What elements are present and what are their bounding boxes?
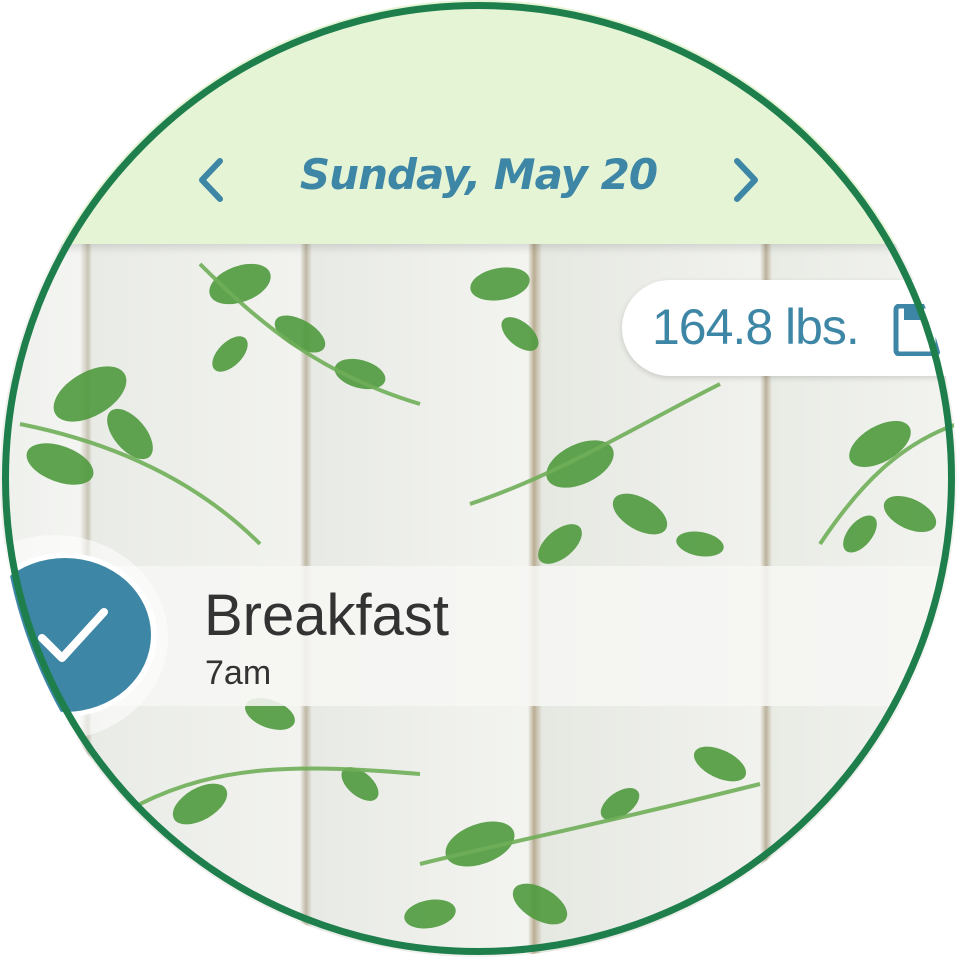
chevron-right-icon[interactable] (725, 155, 765, 205)
date-header: Sunday, May 20 (0, 0, 957, 244)
weight-entry[interactable]: 164.8 lbs. (622, 280, 957, 376)
check-icon[interactable] (0, 550, 160, 720)
date-title: Sunday, May 20 (299, 150, 658, 199)
save-icon[interactable] (892, 304, 940, 356)
watch-screen: Sunday, May 20 164.8 lbs. Breakfast 7am (0, 0, 957, 957)
meal-time: 7am (205, 654, 272, 692)
weight-value: 164.8 lbs. (652, 299, 860, 355)
meal-name: Breakfast (204, 583, 449, 648)
